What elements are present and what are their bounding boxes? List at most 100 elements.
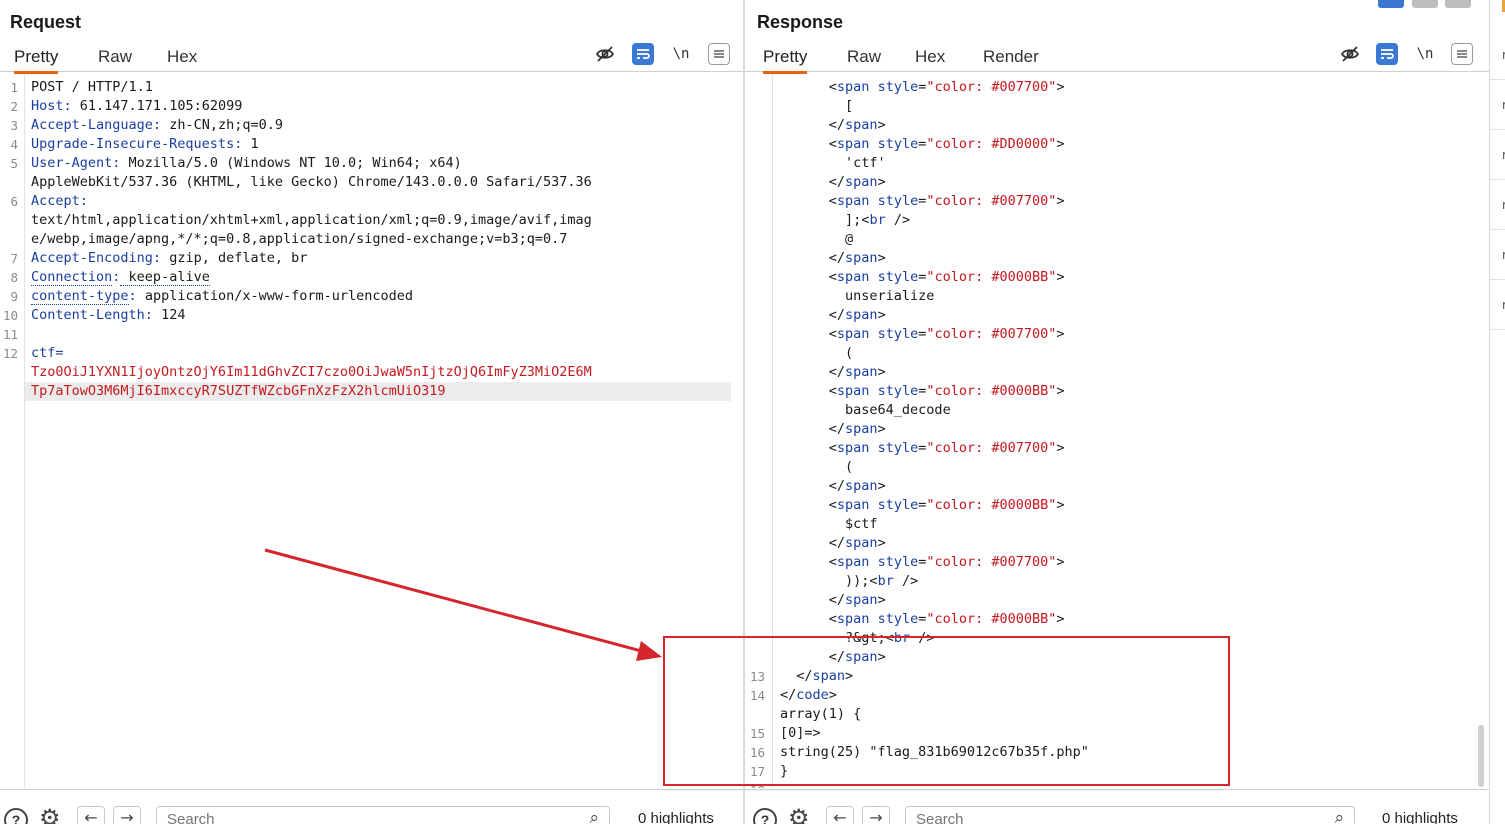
code-text: 'ctf': [780, 154, 886, 173]
response-scrollbar[interactable]: [1478, 725, 1484, 787]
code-line: <span style="color: #DD0000">: [745, 135, 1489, 154]
arrow-left-icon[interactable]: ←: [77, 806, 105, 824]
highlights-count: 0 highlights: [638, 810, 714, 824]
tab-raw[interactable]: Raw: [847, 47, 881, 67]
tab-render[interactable]: Render: [983, 47, 1039, 67]
code-line: 2 Host: 61.147.171.105:62099: [0, 97, 744, 116]
code-text: Accept-Language: zh-CN,zh;q=0.9: [31, 116, 283, 135]
search-input[interactable]: [167, 811, 547, 824]
tab-hex[interactable]: Hex: [167, 47, 197, 67]
search-icon[interactable]: ⌕: [589, 808, 599, 824]
tag-name: br: [877, 573, 894, 589]
code-line: </span>: [745, 420, 1489, 439]
attr-name: style: [877, 554, 919, 570]
tab-pretty[interactable]: Pretty: [763, 47, 808, 74]
newline-icon[interactable]: \n: [1414, 43, 1436, 65]
eye-slash-icon[interactable]: [1339, 43, 1361, 65]
arrow-left-icon[interactable]: ←: [826, 806, 854, 824]
tag-name: span: [845, 535, 878, 551]
attr-name: style: [877, 193, 919, 209]
response-editor[interactable]: <span style="color: #007700"> [ </span> …: [745, 75, 1489, 788]
tag-bracket: </: [828, 117, 846, 133]
line-number: 18: [745, 781, 765, 788]
tag-bracket: >: [1056, 497, 1065, 513]
tag-bracket: >: [877, 117, 886, 133]
layout-button-2[interactable]: [1412, 0, 1438, 8]
request-editor[interactable]: 1 POST / HTTP/1.1 2 Host: 61.147.171.105:62…: [0, 75, 744, 788]
tab-hex[interactable]: Hex: [915, 47, 945, 67]
strip-item[interactable]: r: [1490, 80, 1505, 130]
code-text: Connection: keep-alive: [31, 268, 210, 287]
strip-item[interactable]: r: [1490, 230, 1505, 280]
code-line: </span>: [745, 477, 1489, 496]
attr-value: "color: #0000BB": [926, 497, 1057, 513]
attr-value: "color: #0000BB": [926, 269, 1057, 285]
arrow-right-icon[interactable]: →: [862, 806, 890, 824]
menu-icon[interactable]: [1451, 43, 1473, 65]
code-line: 7 Accept-Encoding: gzip, deflate, br: [0, 249, 744, 268]
tag-name: span: [845, 250, 878, 266]
attr-value: "color: #007700": [926, 440, 1057, 456]
wrap-icon[interactable]: [1376, 43, 1398, 65]
tag-bracket: </: [828, 592, 846, 608]
response-text: base64_decode: [845, 402, 951, 418]
code-text: base64_decode: [780, 401, 951, 420]
strip-item[interactable]: r: [1490, 30, 1505, 80]
tag-name: span: [836, 136, 870, 152]
newline-icon[interactable]: \n: [670, 43, 692, 65]
menu-icon[interactable]: [708, 43, 730, 65]
code-text: array(1) {: [780, 705, 861, 724]
code-line: </span>: [745, 306, 1489, 325]
tag-name: br: [869, 212, 886, 228]
code-line: [: [745, 97, 1489, 116]
code-line: @: [745, 230, 1489, 249]
response-text: $ctf: [845, 516, 878, 532]
code-line: 11: [0, 325, 744, 344]
attr-name: style: [877, 136, 919, 152]
eye-slash-icon[interactable]: [594, 43, 616, 65]
layout-button-3[interactable]: [1445, 0, 1471, 8]
code-line: </span>: [745, 591, 1489, 610]
tab-raw[interactable]: Raw: [98, 47, 132, 67]
request-line: e/webp,image/apng,*/*;q=0.8,application/…: [31, 231, 568, 247]
request-line: AppleWebKit/537.36 (KHTML, like Gecko) C…: [31, 174, 592, 190]
header-name: Connection: [31, 269, 113, 286]
response-text: ?&gt;: [845, 630, 886, 646]
search-input[interactable]: [916, 811, 1296, 824]
gear-icon[interactable]: ⚙: [39, 804, 61, 824]
header-value: keep-alive: [120, 269, 210, 286]
code-line: </span>: [745, 363, 1489, 382]
wrap-icon[interactable]: [632, 43, 654, 65]
strip-item[interactable]: r: [1490, 180, 1505, 230]
search-field[interactable]: ⌕: [905, 806, 1355, 824]
strip-item[interactable]: r: [1490, 280, 1505, 330]
help-icon[interactable]: ?: [4, 808, 28, 824]
code-line: base64_decode: [745, 401, 1489, 420]
search-field[interactable]: ⌕: [156, 806, 610, 824]
strip-item[interactable]: r: [1490, 130, 1505, 180]
code-line: 13 </span>: [745, 667, 1489, 686]
header-value: 61.147.171.105:62099: [71, 98, 243, 114]
gear-icon[interactable]: ⚙: [788, 804, 810, 824]
layout-button-1[interactable]: [1378, 0, 1404, 8]
help-icon[interactable]: ?: [753, 808, 777, 824]
search-icon[interactable]: ⌕: [1334, 808, 1344, 824]
tag-name: code: [796, 687, 829, 703]
response-text: (: [845, 345, 854, 361]
tag-bracket: >: [1056, 326, 1065, 342]
code-text: </span>: [780, 667, 853, 686]
response-text: [0]=>: [780, 725, 821, 741]
tag-name: br: [893, 630, 911, 646]
tag-bracket: >: [877, 478, 886, 494]
tab-pretty[interactable]: Pretty: [14, 47, 59, 74]
arrow-right-icon[interactable]: →: [113, 806, 141, 824]
line-number: 17: [749, 764, 765, 779]
code-line: 12 ctf=: [0, 344, 744, 363]
header-value: gzip, deflate, br: [161, 250, 308, 266]
